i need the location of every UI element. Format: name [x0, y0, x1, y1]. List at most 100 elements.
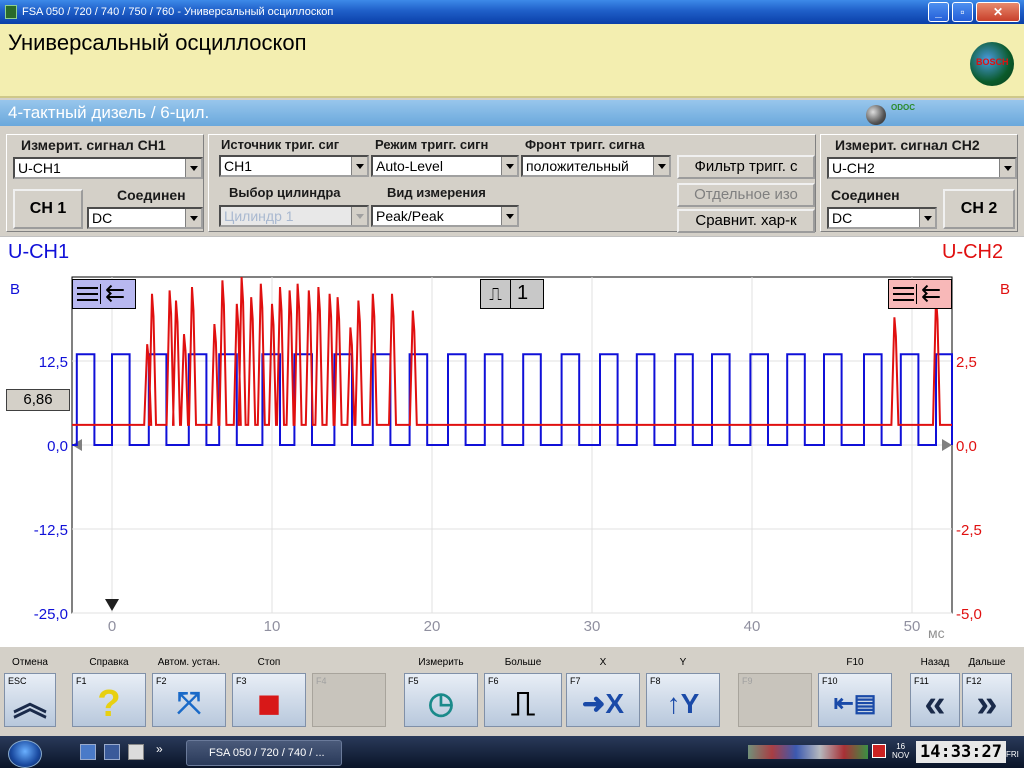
ch1-signal-select[interactable]: U-CH1: [13, 157, 203, 179]
help-icon: ?: [97, 683, 121, 725]
trigger-panel: Источник триг. сиг CH1 Режим тригг. сигн…: [208, 134, 816, 233]
trigger-edge-select[interactable]: положительный: [521, 155, 671, 177]
fkey-f1-button[interactable]: F1?: [72, 673, 146, 727]
start-button[interactable]: [8, 740, 42, 768]
fkey-f3-button[interactable]: F3 ■: [232, 673, 306, 727]
fkey-caption-f2: Автом. устан.: [157, 657, 221, 668]
taskbar: [0, 736, 1024, 768]
ch1-coupling-label: Соединен: [117, 187, 186, 203]
ch1-scale-control[interactable]: ⇇: [72, 279, 136, 309]
fkey-caption-f1: Справка: [89, 657, 129, 668]
fkey-f4-button: F4: [312, 673, 386, 727]
app-icon: [5, 5, 17, 19]
back-icon: «: [924, 683, 946, 725]
ch2-lines-icon: [891, 284, 917, 304]
chevron-down-icon: [351, 157, 367, 175]
page-title: Универсальный осциллоскоп: [8, 30, 307, 55]
trigger-source-select[interactable]: CH1: [219, 155, 369, 177]
ch1-panel: Измерит. сигнал CH1 U-CH1 CH 1 Соединен …: [6, 134, 204, 232]
fkey-f8-button[interactable]: F8 ↑Y: [646, 673, 720, 727]
chevron-down-icon: [501, 157, 517, 175]
fkey-f2-button[interactable]: F2 ⤧: [152, 673, 226, 727]
y-right-tick-label: -2,5: [956, 522, 982, 539]
ch2-coupling-select[interactable]: DC: [827, 207, 937, 229]
engine-type: 4-тактный дизель / 6-цил.: [8, 103, 210, 122]
fkey-caption-f12: Дальше: [968, 657, 1006, 668]
trigger-indicator[interactable]: ⎍ 1: [480, 279, 544, 309]
y-left-tick-label: -12,5: [34, 522, 68, 539]
x-tick-label: 10: [264, 618, 281, 635]
fkey-f12-button[interactable]: F12»: [962, 673, 1012, 727]
x-unit-label: мс: [928, 625, 945, 641]
bosch-logo-icon: BOSCH: [970, 42, 1014, 86]
ch1-lines-icon: [75, 284, 101, 304]
cylinder-label: Выбор цилиндра: [229, 185, 341, 200]
ch1-button[interactable]: CH 1: [13, 189, 83, 229]
ch2-signal-label: Измерит. сигнал CH2: [835, 137, 980, 153]
status-ball-icon: [866, 105, 886, 125]
x-tick-label: 40: [744, 618, 761, 635]
window-title: FSA 050 / 720 / 740 / 750 / 760 - Универ…: [22, 6, 334, 18]
tray-date: 16 NOV: [892, 742, 910, 760]
chevron-down-icon: [919, 209, 935, 227]
y-left-tick-label: -25,0: [34, 606, 68, 623]
chevron-down-icon: [351, 207, 367, 225]
more-icon[interactable]: »: [156, 742, 163, 756]
fkey-label: F9: [742, 676, 753, 686]
settings-panel: Измерит. сигнал CH1 U-CH1 CH 1 Соединен …: [0, 130, 1024, 234]
cylinder-select: Цилиндр 1: [219, 205, 369, 227]
trigger-edge-icon: ⎍: [481, 280, 511, 308]
fkey-esc-button[interactable]: ESC ︽: [4, 673, 56, 727]
y-left-tick-label: 12,5: [39, 354, 68, 371]
measure-type-select[interactable]: Peak/Peak: [371, 205, 519, 227]
fkey-caption-f6: Больше: [504, 657, 542, 668]
maximize-button[interactable]: ▫: [952, 2, 973, 22]
fkey-f5-button[interactable]: F5 ◷: [404, 673, 478, 727]
oscilloscope-display[interactable]: U-CH1 U-CH2 В В 0 10 20 30 40 50 12,5 0,0 -12,5-…: [0, 236, 1024, 646]
taskbar-app-item[interactable]: FSA 050 / 720 / 740 / ...: [186, 740, 342, 766]
more-icon: ⎍: [511, 685, 535, 723]
double-up-icon: ︽: [13, 685, 47, 723]
ch1-coupling-select[interactable]: DC: [87, 207, 203, 229]
fkey-f7-button[interactable]: F7 ➜X: [566, 673, 640, 727]
tray-icons[interactable]: [748, 745, 868, 759]
trigger-mode-select[interactable]: Auto-Level: [371, 155, 519, 177]
ch1-collapse-icon: ⇇: [105, 280, 126, 307]
autoscale-icon: ⤧: [177, 687, 201, 720]
ch2-collapse-icon: ⇇: [921, 280, 942, 307]
separate-view-button: Отдельное изо: [677, 183, 815, 207]
quicklaunch-icon[interactable]: [104, 744, 120, 760]
chevron-down-icon: [501, 207, 517, 225]
chevron-down-icon: [999, 159, 1015, 177]
x-axis-icon: ➜X: [581, 688, 625, 719]
fkey-f10-button[interactable]: F10 ⇤▤: [818, 673, 892, 727]
fkey-f9-button: F9: [738, 673, 812, 727]
calculator-icon[interactable]: [128, 744, 144, 760]
connection-icon: ODOC: [891, 103, 915, 112]
function-key-bar: Отмена ESC ︽ Справка F1? Автом. устан. F2 ⤧ Стоп…: [0, 646, 1024, 734]
chevron-down-icon: [185, 209, 201, 227]
fkey-caption-f10: F10: [846, 657, 864, 668]
fkey-caption-f7: X: [599, 657, 607, 668]
ch2-panel: Измерит. сигнал CH2 U-CH2 Соединен DC CH…: [820, 134, 1018, 232]
compare-button[interactable]: Сравнит. хар-к: [677, 209, 815, 233]
trigger-filter-button[interactable]: Фильтр тригг. с: [677, 155, 815, 179]
ch2-scale-control[interactable]: ⇇: [888, 279, 952, 309]
fkey-caption-f3: Стоп: [257, 657, 281, 668]
ch2-signal-select[interactable]: U-CH2: [827, 157, 1017, 179]
layout-icon: ⇤▤: [833, 690, 877, 717]
tray-alert-icon[interactable]: [872, 744, 886, 758]
y-right-tick-label: 0,0: [956, 438, 977, 455]
close-button[interactable]: ✕: [976, 2, 1020, 22]
fkey-f11-button[interactable]: F11 «: [910, 673, 960, 727]
ch1-signal-label: Измерит. сигнал CH1: [21, 137, 166, 153]
x-tick-label: 0: [108, 618, 116, 635]
tray-clock[interactable]: 14:33:27: [916, 741, 1006, 763]
ch2-button[interactable]: CH 2: [943, 189, 1015, 229]
chevron-down-icon: [185, 159, 201, 177]
fkey-f6-button[interactable]: F6 ⎍: [484, 673, 562, 727]
x-tick-label: 30: [584, 618, 601, 635]
cursor-value-box[interactable]: 6,86: [6, 389, 70, 411]
minimize-button[interactable]: _: [928, 2, 949, 22]
show-desktop-icon[interactable]: [80, 744, 96, 760]
